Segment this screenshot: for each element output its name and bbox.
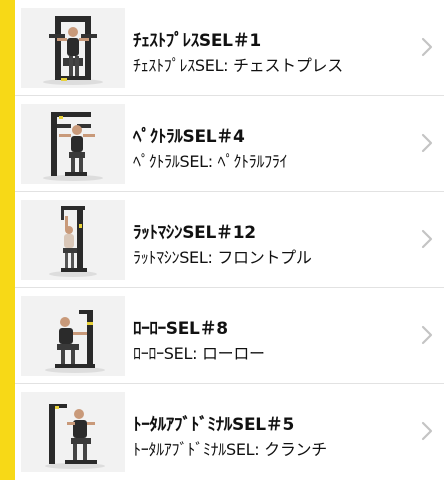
machine-subtitle: ﾁｪｽﾄﾌﾟﾚｽSEL: チェストプレス	[133, 56, 343, 75]
total-abdominal-machine-image	[21, 392, 125, 472]
machine-title: ﾁｪｽﾄﾌﾟﾚｽSEL＃1	[133, 31, 261, 51]
chevron-right-icon	[420, 228, 434, 250]
machine-subtitle: ﾛｰﾛｰSEL: ローロー	[133, 344, 265, 363]
machine-list-item[interactable]: ﾁｪｽﾄﾌﾟﾚｽSEL＃1 ﾁｪｽﾄﾌﾟﾚｽSEL: チェストプレス	[15, 0, 444, 96]
machine-subtitle: ﾗｯﾄﾏｼﾝSEL: フロントプル	[133, 248, 312, 267]
machine-list: ﾁｪｽﾄﾌﾟﾚｽSEL＃1 ﾁｪｽﾄﾌﾟﾚｽSEL: チェストプレス ﾍﾟｸﾄﾗ…	[15, 0, 444, 480]
pectoral-machine-image	[21, 104, 125, 184]
machine-title: ﾄｰﾀﾙｱﾌﾞﾄﾞﾐﾅﾙSEL＃5	[133, 415, 295, 435]
machine-list-item[interactable]: ﾍﾟｸﾄﾗﾙSEL＃4 ﾍﾟｸﾄﾗﾙSEL: ﾍﾟｸﾄﾗﾙﾌﾗｲ	[15, 96, 444, 192]
chevron-right-icon	[420, 36, 434, 58]
low-row-machine-image	[21, 296, 125, 376]
machine-list-item[interactable]: ﾛｰﾛｰSEL＃8 ﾛｰﾛｰSEL: ローロー	[15, 288, 444, 384]
machine-subtitle: ﾍﾟｸﾄﾗﾙSEL: ﾍﾟｸﾄﾗﾙﾌﾗｲ	[133, 152, 288, 171]
machine-title: ﾛｰﾛｰSEL＃8	[133, 319, 228, 339]
machine-list-item[interactable]: ﾗｯﾄﾏｼﾝSEL＃12 ﾗｯﾄﾏｼﾝSEL: フロントプル	[15, 192, 444, 288]
machine-subtitle: ﾄｰﾀﾙｱﾌﾞﾄﾞﾐﾅﾙSEL: クランチ	[133, 440, 327, 459]
machine-title: ﾍﾟｸﾄﾗﾙSEL＃4	[133, 127, 245, 147]
chest-press-machine-image	[21, 8, 125, 88]
chevron-right-icon	[420, 324, 434, 346]
accent-sidebar-strip	[0, 0, 15, 480]
chevron-right-icon	[420, 420, 434, 442]
machine-title: ﾗｯﾄﾏｼﾝSEL＃12	[133, 223, 256, 243]
machine-list-item[interactable]: ﾄｰﾀﾙｱﾌﾞﾄﾞﾐﾅﾙSEL＃5 ﾄｰﾀﾙｱﾌﾞﾄﾞﾐﾅﾙSEL: クランチ	[15, 384, 444, 480]
chevron-right-icon	[420, 132, 434, 154]
lat-machine-image	[21, 200, 125, 280]
